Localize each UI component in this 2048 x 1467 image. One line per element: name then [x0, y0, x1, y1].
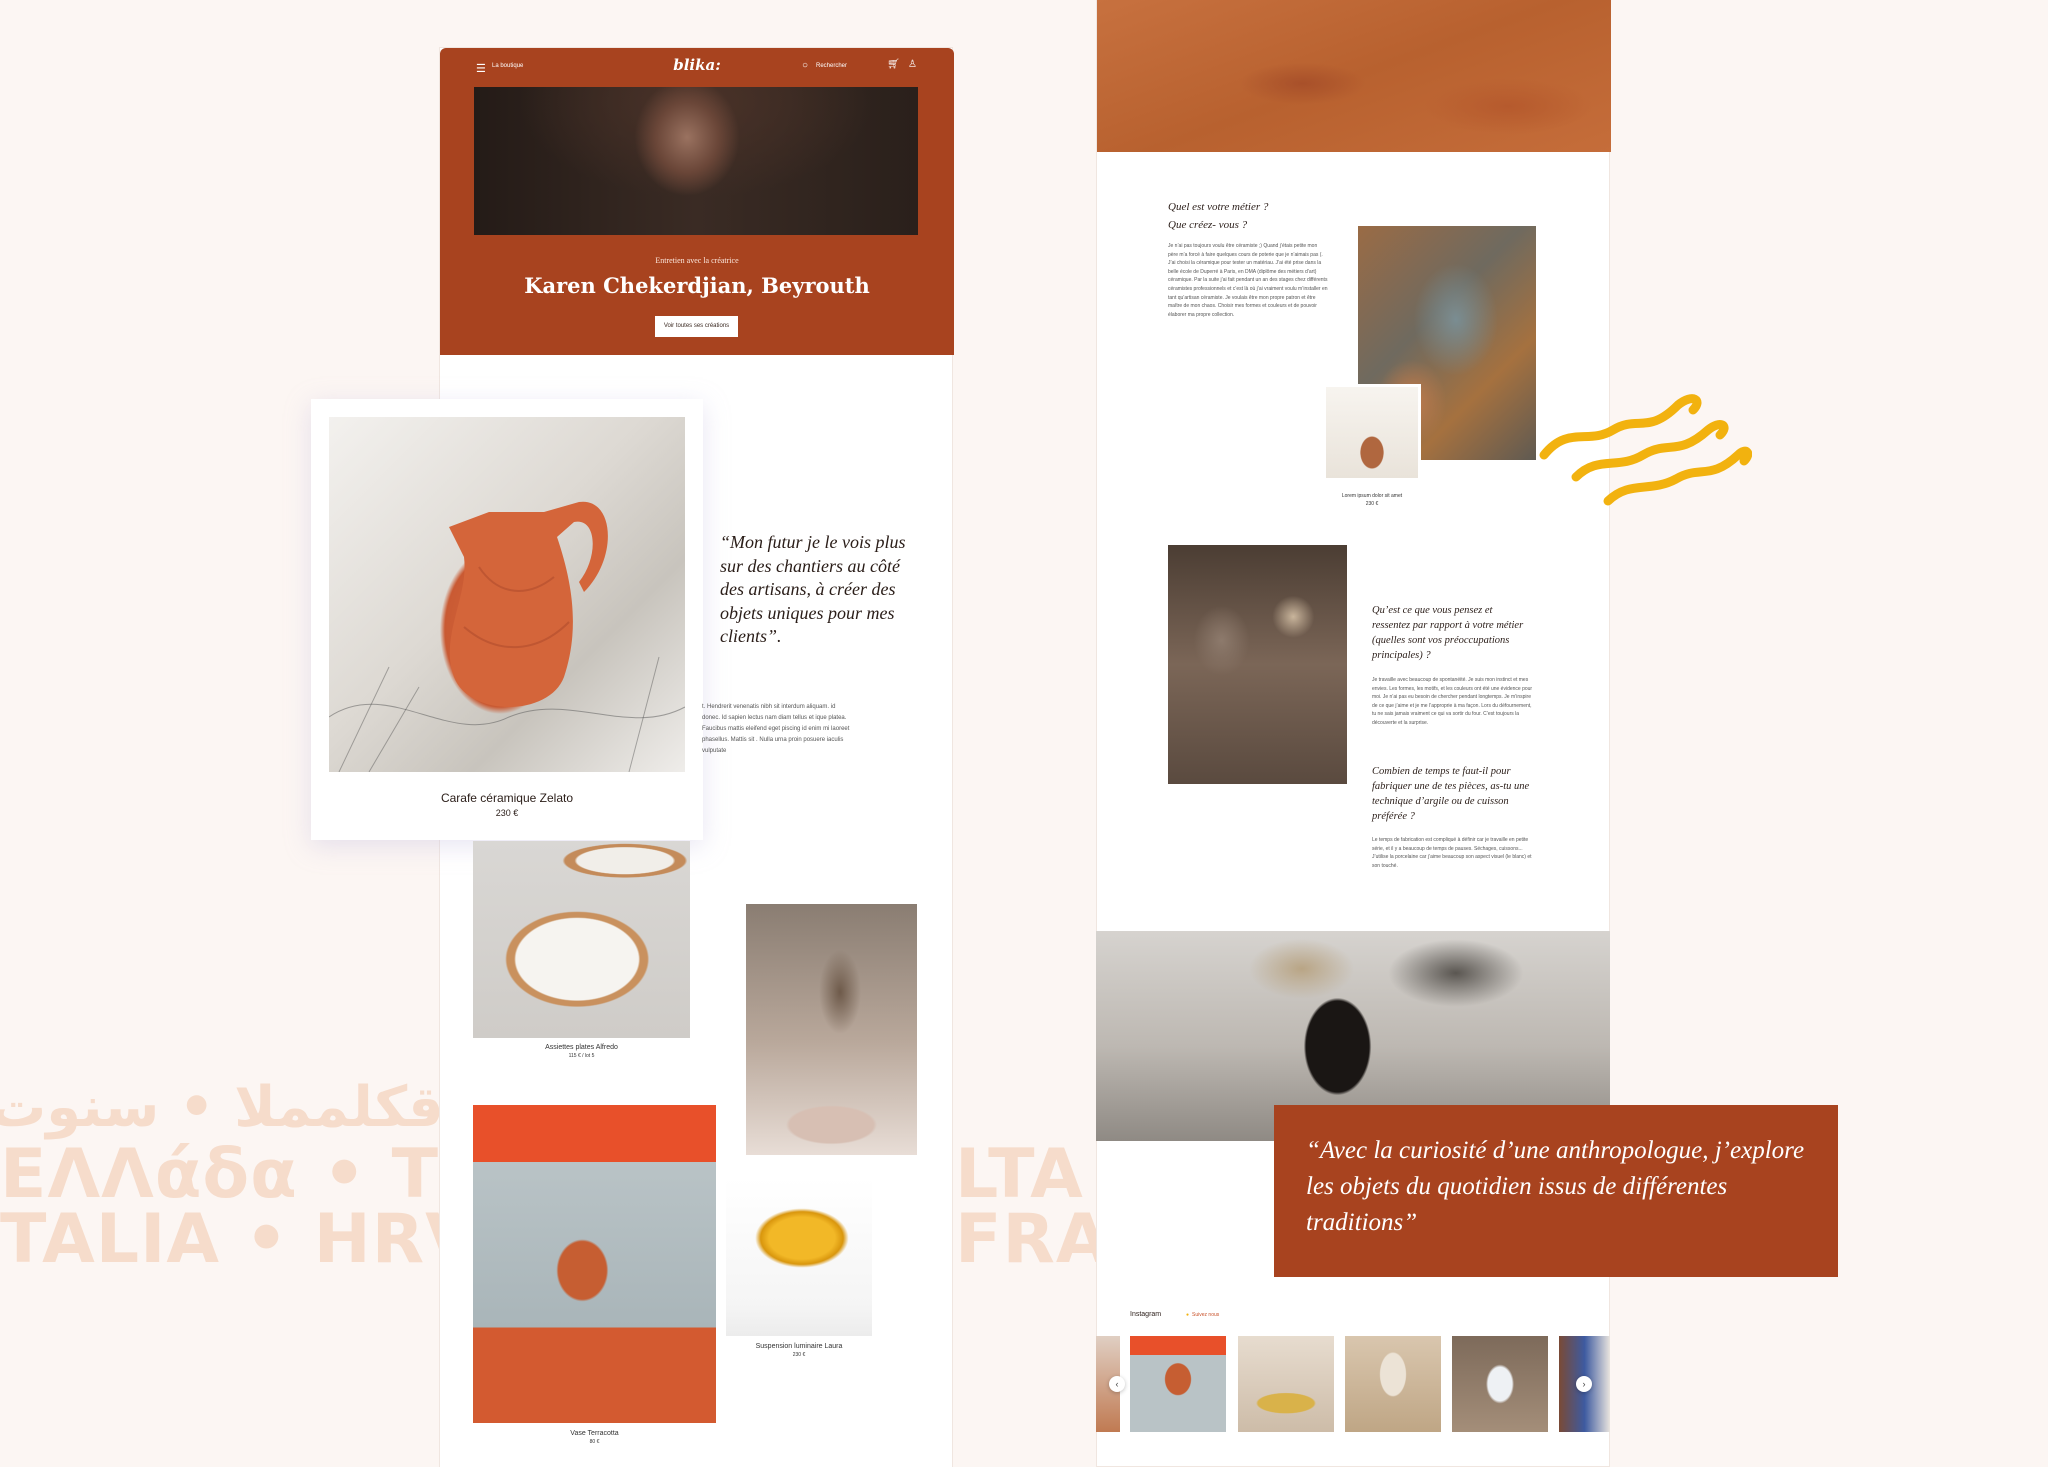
- q1-title: Quel est votre métier ? Que créez- vous …: [1168, 198, 1368, 234]
- top-navigation: ☰ La boutique blika: ○ Rechercher 🛒︎ ♙: [440, 48, 954, 86]
- see-creations-button[interactable]: Voir toutes ses créations: [655, 316, 738, 337]
- q1-title-line2: Que créez- vous ?: [1168, 219, 1248, 231]
- bg-word-line-1: قكلمملا • سنوت: [0, 1075, 444, 1140]
- brand-logo[interactable]: blika:: [440, 56, 954, 74]
- q1-title-line1: Quel est votre métier ?: [1168, 201, 1269, 213]
- instagram-thumb-2[interactable]: [1238, 1336, 1334, 1432]
- search-label[interactable]: Rechercher: [816, 63, 847, 69]
- pendant-lamp-image: [726, 1178, 872, 1336]
- instagram-label: Instagram: [1130, 1311, 1162, 1318]
- product-card[interactable]: Carafe céramique Zelato 230 €: [311, 399, 703, 840]
- product-name: Carafe céramique Zelato: [440, 791, 574, 805]
- user-icon[interactable]: ♙: [908, 59, 917, 70]
- hero-kicker: Entretien avec la créatrice: [655, 256, 739, 265]
- sand-texture-image: [1097, 0, 1611, 152]
- carousel-prev-arrow[interactable]: ‹: [1109, 1376, 1125, 1392]
- bg-word-line-2b: LTA: [955, 1135, 1084, 1214]
- q2-title: Qu’est ce que vous pensez et ressentez p…: [1372, 605, 1524, 661]
- small-product[interactable]: Lorem ipsum dolor sit amet 230 €: [1323, 493, 1421, 507]
- carafe-illustration: [329, 501, 685, 772]
- hero-title: Karen Chekerdjian, Beyrouth: [524, 273, 870, 298]
- lamp-product[interactable]: Suspension luminaire Laura 230 €: [726, 1343, 872, 1358]
- plates-image: [473, 841, 690, 1038]
- carafe-image: [329, 417, 685, 772]
- follow-us-link[interactable]: Suivez nous: [1186, 1312, 1219, 1318]
- q3-title: Combien de temps te faut-il pour fabriqu…: [1372, 766, 1530, 822]
- small-vase-image: [1323, 384, 1421, 481]
- small-product-price: 230 €: [1365, 501, 1379, 507]
- small-product-name: Lorem ipsum dolor sit amet: [1341, 493, 1403, 499]
- yellow-squiggle-decoration: [1539, 394, 1752, 506]
- q1-text: Je n’ai pas toujours voulu être céramist…: [1168, 243, 1328, 318]
- left-lorem-text: t. Hendrerit venenatis nibh sit interdum…: [702, 704, 850, 754]
- lamp-name: Suspension luminaire Laura: [755, 1343, 843, 1350]
- plates-price: 115 € / lot 5: [568, 1053, 595, 1059]
- instagram-thumb-4[interactable]: [1452, 1336, 1548, 1432]
- ceramist-working-image: [746, 904, 917, 1155]
- vase-name: Vase Terracotta: [570, 1430, 619, 1437]
- lamp-price: 230 €: [792, 1352, 806, 1358]
- product-price: 230 €: [495, 808, 519, 818]
- q2-text: Je travaille avec beaucoup de spontanéit…: [1372, 677, 1533, 726]
- vase-terracotta-image: [473, 1105, 716, 1423]
- hero-section: ☰ La boutique blika: ○ Rechercher 🛒︎ ♙ E…: [440, 48, 954, 355]
- plates-name: Assiettes plates Alfredo: [545, 1044, 618, 1051]
- anthropologue-quote-box: “Avec la curiosité d’une anthropologue, …: [1274, 1105, 1838, 1277]
- carousel-next-arrow[interactable]: ›: [1576, 1376, 1592, 1392]
- instagram-thumb-3[interactable]: [1345, 1336, 1441, 1432]
- instagram-thumb-1[interactable]: [1130, 1336, 1226, 1432]
- vase-product[interactable]: Vase Terracotta 80 €: [473, 1430, 716, 1445]
- plates-product[interactable]: Assiettes plates Alfredo 115 € / lot 5: [473, 1044, 690, 1059]
- left-quote: “Mon futur je le vois plus sur des chant…: [720, 532, 906, 646]
- vase-price: 80 €: [589, 1439, 600, 1445]
- q3-text: Le temps de fabrication est compliqué à …: [1372, 837, 1532, 869]
- hero-portrait-image: [474, 87, 918, 235]
- cart-icon[interactable]: 🛒︎: [887, 59, 900, 70]
- search-icon[interactable]: ○: [802, 60, 808, 71]
- artisan-workshop-image: [1168, 545, 1347, 784]
